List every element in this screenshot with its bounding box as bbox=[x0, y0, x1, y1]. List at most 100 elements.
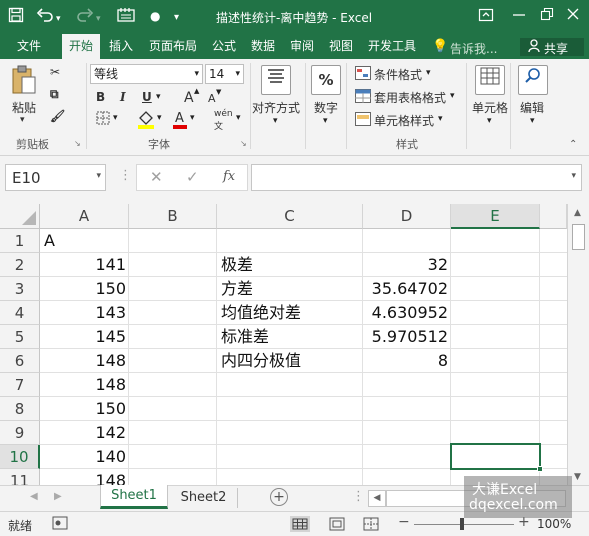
border-dropdown-icon[interactable]: ▾ bbox=[113, 113, 118, 123]
copy-icon[interactable]: ⧉ bbox=[50, 87, 59, 102]
border-icon[interactable] bbox=[96, 111, 110, 128]
undo-dropdown-icon[interactable]: ▾ bbox=[56, 10, 61, 28]
clipboard-launcher-icon[interactable]: ↘ bbox=[74, 139, 81, 148]
tab-page-layout[interactable]: 页面布局 bbox=[142, 34, 204, 59]
tab-insert[interactable]: 插入 bbox=[102, 34, 140, 59]
worksheet-grid[interactable]: A B C D E 1 2 3 4 5 6 7 8 9 10 11 A 141 … bbox=[0, 204, 589, 485]
align-icon[interactable] bbox=[261, 65, 291, 95]
paste-dropdown-icon[interactable]: ▾ bbox=[20, 115, 25, 125]
scroll-thumb[interactable] bbox=[572, 224, 585, 250]
macro-record-icon[interactable] bbox=[52, 516, 68, 533]
minimize-icon[interactable] bbox=[512, 7, 526, 25]
cell-styles-icon[interactable] bbox=[355, 112, 371, 129]
scroll-up-icon[interactable]: ▲ bbox=[574, 208, 581, 218]
editing-dropdown-icon[interactable]: ▾ bbox=[530, 116, 535, 126]
zoom-out-icon[interactable]: − bbox=[398, 514, 410, 530]
ribbon-display-icon[interactable] bbox=[478, 7, 494, 27]
scroll-down-icon[interactable]: ▼ bbox=[574, 472, 581, 482]
row-header[interactable]: 10 bbox=[0, 445, 40, 469]
cell-a5[interactable]: 145 bbox=[40, 325, 126, 349]
sheet-tab-sheet1[interactable]: Sheet1 bbox=[100, 485, 168, 509]
paste-icon[interactable] bbox=[10, 65, 38, 99]
cells-icon[interactable] bbox=[475, 65, 505, 95]
increase-font-button[interactable]: A bbox=[184, 90, 194, 106]
fill-handle[interactable] bbox=[537, 466, 543, 472]
next-sheet-icon[interactable]: ▶ bbox=[54, 491, 62, 502]
decrease-font-button[interactable]: A bbox=[208, 92, 216, 105]
row-header[interactable]: 3 bbox=[0, 277, 40, 301]
customize-toolbar-icon[interactable]: ▾ bbox=[174, 9, 179, 27]
row-header[interactable]: 5 bbox=[0, 325, 40, 349]
zoom-slider-thumb[interactable] bbox=[460, 518, 464, 530]
cells-button[interactable]: 单元格 bbox=[472, 99, 508, 116]
collapse-ribbon-icon[interactable]: ⌃ bbox=[569, 139, 577, 150]
font-color-dropdown-icon[interactable]: ▾ bbox=[190, 113, 195, 123]
row-header[interactable]: 7 bbox=[0, 373, 40, 397]
page-layout-view-icon[interactable] bbox=[328, 516, 346, 535]
select-all-button[interactable] bbox=[0, 204, 40, 229]
cell-styles-dropdown-icon[interactable]: ▾ bbox=[438, 114, 443, 124]
font-launcher-icon[interactable]: ↘ bbox=[240, 139, 247, 148]
column-header-a[interactable]: A bbox=[40, 204, 129, 229]
format-painter-icon[interactable]: 🖌 bbox=[50, 109, 65, 123]
table-format-icon[interactable] bbox=[355, 89, 371, 106]
undo-icon[interactable] bbox=[36, 7, 54, 27]
alignment-dropdown-icon[interactable]: ▾ bbox=[273, 116, 278, 126]
conditional-format-button[interactable]: 条件格式 bbox=[374, 66, 422, 83]
search-icon[interactable] bbox=[518, 65, 548, 95]
cell-a7[interactable]: 148 bbox=[40, 373, 126, 397]
normal-view-icon[interactable] bbox=[290, 516, 310, 532]
cell-d6[interactable]: 8 bbox=[363, 349, 448, 373]
cell-a8[interactable]: 150 bbox=[40, 397, 126, 421]
insert-function-button[interactable]: fx bbox=[223, 169, 235, 184]
conditional-format-icon[interactable] bbox=[355, 66, 371, 83]
tab-view[interactable]: 视图 bbox=[322, 34, 360, 59]
table-format-button[interactable]: 套用表格格式 bbox=[374, 89, 446, 106]
expand-formula-icon[interactable]: ▾ bbox=[571, 171, 576, 181]
cell-d2[interactable]: 32 bbox=[363, 253, 448, 277]
cell-a3[interactable]: 150 bbox=[40, 277, 126, 301]
add-sheet-icon[interactable]: + bbox=[270, 488, 288, 506]
tab-formulas[interactable]: 公式 bbox=[205, 34, 243, 59]
prev-sheet-icon[interactable]: ◀ bbox=[30, 491, 38, 502]
bullet-icon[interactable]: ● bbox=[150, 7, 160, 25]
editing-button[interactable]: 编辑 bbox=[520, 99, 544, 116]
cell-a6[interactable]: 148 bbox=[40, 349, 126, 373]
column-header-b[interactable]: B bbox=[129, 204, 217, 229]
alignment-button[interactable]: 对齐方式 bbox=[252, 99, 300, 116]
paste-button[interactable]: 粘贴 bbox=[12, 99, 36, 116]
redo-icon[interactable] bbox=[76, 7, 94, 27]
formula-input[interactable]: ▾ bbox=[251, 164, 582, 191]
tab-review[interactable]: 审阅 bbox=[283, 34, 321, 59]
save-icon[interactable] bbox=[8, 7, 24, 27]
column-header-c[interactable]: C bbox=[217, 204, 363, 229]
row-header[interactable]: 1 bbox=[0, 229, 40, 253]
name-box[interactable]: E10 ▾ bbox=[5, 164, 106, 191]
cell-d5[interactable]: 5.970512 bbox=[363, 325, 448, 349]
cut-icon[interactable]: ✂ bbox=[50, 65, 60, 79]
font-size-select[interactable]: 14 ▾ bbox=[205, 64, 244, 84]
font-name-select[interactable]: 等线 ▾ bbox=[90, 64, 203, 84]
sheet-tab-sheet2[interactable]: Sheet2 bbox=[170, 488, 238, 508]
font-color-icon[interactable]: A bbox=[172, 109, 188, 132]
form-icon[interactable] bbox=[117, 7, 135, 27]
cell-a11[interactable]: 148 bbox=[40, 469, 126, 485]
cell-a4[interactable]: 143 bbox=[40, 301, 126, 325]
restore-icon[interactable] bbox=[540, 7, 554, 25]
cell-c2[interactable]: 极差 bbox=[221, 253, 253, 277]
column-header-e[interactable]: E bbox=[451, 204, 540, 229]
more-options-icon[interactable]: ⋮ bbox=[119, 168, 132, 183]
italic-button[interactable]: I bbox=[120, 90, 126, 104]
row-header[interactable]: 9 bbox=[0, 421, 40, 445]
zoom-slider[interactable] bbox=[414, 524, 514, 525]
column-header-d[interactable]: D bbox=[363, 204, 451, 229]
vertical-scrollbar[interactable]: ▲ ▼ bbox=[567, 204, 589, 485]
row-header[interactable]: 6 bbox=[0, 349, 40, 373]
row-header[interactable]: 2 bbox=[0, 253, 40, 277]
number-button[interactable]: 数字 bbox=[314, 99, 338, 116]
underline-button[interactable]: U bbox=[142, 90, 152, 104]
redo-dropdown-icon[interactable]: ▾ bbox=[96, 10, 101, 28]
cell-d4[interactable]: 4.630952 bbox=[363, 301, 448, 325]
row-header[interactable]: 11 bbox=[0, 469, 40, 485]
zoom-level[interactable]: 100% bbox=[537, 517, 571, 531]
